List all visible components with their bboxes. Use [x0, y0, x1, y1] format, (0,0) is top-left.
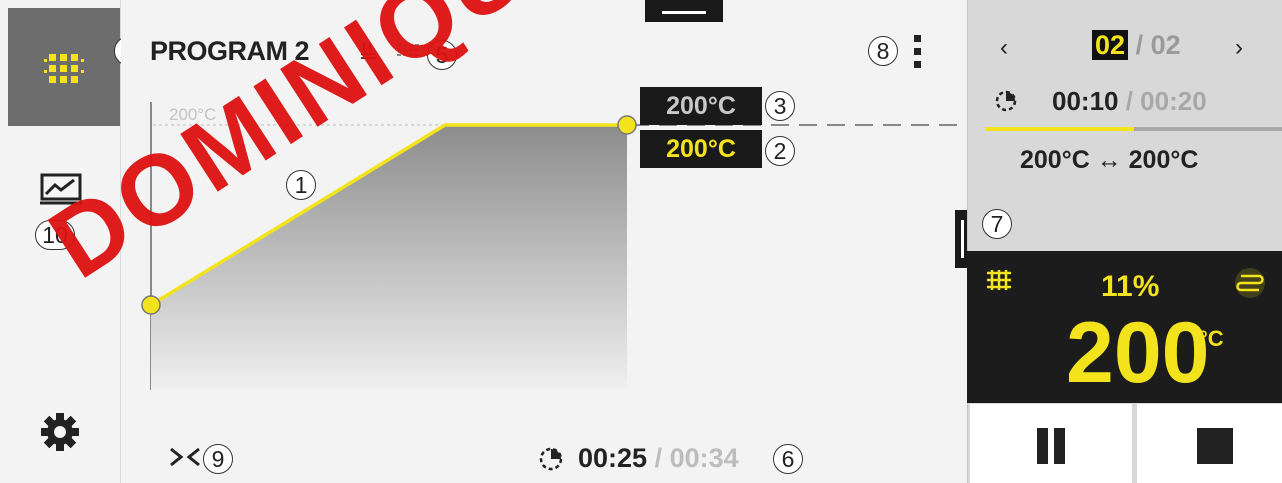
- side-drawer-handle[interactable]: [955, 210, 967, 268]
- segment-counter: 02 / 02: [1092, 30, 1181, 61]
- segment-time: 00:10 / 00:20: [1052, 86, 1207, 117]
- segment-clock-icon: [993, 88, 1019, 119]
- pause-icon-bar-right: [1054, 428, 1065, 464]
- previous-segment-arrow[interactable]: ‹: [1000, 34, 1008, 62]
- heating-program-icon: [44, 54, 84, 83]
- current-segment: 02: [1092, 30, 1129, 60]
- power-percentage: 11%: [1101, 270, 1160, 303]
- callout-9: 9: [203, 444, 233, 474]
- curve-start-point[interactable]: [141, 295, 161, 315]
- stop-button[interactable]: [1137, 404, 1282, 483]
- callout-8: 8: [868, 36, 898, 66]
- current-temperature: 200: [1066, 305, 1210, 401]
- pause-button[interactable]: [970, 404, 1132, 483]
- more-menu-icon[interactable]: [910, 34, 924, 70]
- program-tile[interactable]: [8, 8, 120, 126]
- elapsed-time: 00:25 / 00:34: [578, 443, 739, 474]
- callout-3: 3: [765, 91, 795, 121]
- gear-icon[interactable]: [40, 412, 80, 457]
- total-segments: / 02: [1135, 30, 1181, 60]
- segment-progress-bar: [985, 127, 1282, 131]
- segment-time-total: / 00:20: [1125, 86, 1207, 116]
- total-time-value: / 00:34: [654, 443, 739, 473]
- actual-temperature-box: 200°C: [640, 87, 762, 125]
- setpoint-temperature-box: 200°C: [640, 130, 762, 168]
- segment-temperature-range: 200°C ↔ 200°C: [1020, 146, 1199, 174]
- pause-icon-bar-left: [1037, 428, 1048, 464]
- next-segment-arrow[interactable]: ›: [1235, 34, 1243, 62]
- top-drawer-handle[interactable]: [645, 0, 723, 22]
- heating-grid-icon: [985, 268, 1013, 297]
- elapsed-time-value: 00:25: [578, 443, 648, 473]
- callout-2: 2: [765, 136, 795, 166]
- collapse-icon[interactable]: [168, 444, 202, 477]
- callout-6: 6: [773, 444, 803, 474]
- callout-1: 1: [286, 170, 316, 200]
- heater-coil-icon: [1233, 266, 1267, 305]
- clock-icon: [537, 445, 565, 478]
- temperature-unit: °C: [1199, 326, 1224, 351]
- segment-progress-fill: [985, 127, 1134, 131]
- segment-time-elapsed: 00:10: [1052, 86, 1119, 116]
- callout-7: 7: [982, 209, 1012, 239]
- stop-icon: [1197, 428, 1233, 464]
- curve-current-point[interactable]: [617, 115, 637, 135]
